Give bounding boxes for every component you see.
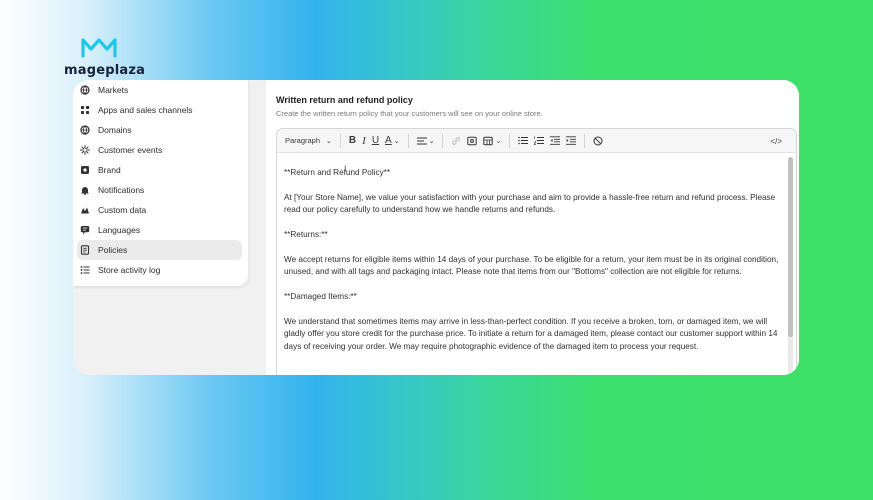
list-icon [80, 265, 90, 275]
chevron-down-icon: ⌄ [428, 137, 435, 145]
outdent-icon [550, 136, 561, 145]
brand-name: mageplaza [64, 63, 146, 78]
align-left-icon [416, 137, 427, 144]
sidebar-item-languages[interactable]: Languages [77, 220, 242, 240]
toolbar-divider [442, 133, 444, 148]
bullet-list-button[interactable] [518, 133, 529, 149]
data-icon [80, 205, 90, 215]
sidebar-item-domains[interactable]: Domains [77, 120, 242, 140]
policy-heading: **Returns:** [284, 230, 328, 239]
sidebar-item-markets[interactable]: Markets [77, 80, 242, 100]
editor-scrollbar-thumb[interactable] [788, 157, 793, 337]
apps-icon [80, 105, 90, 115]
toolbar-divider [339, 133, 341, 148]
table-icon [483, 136, 494, 145]
bold-button[interactable]: B [349, 133, 356, 149]
sidebar-item-notifications[interactable]: Notifications [77, 180, 242, 200]
paragraph-format-select[interactable]: Paragraph ⌄ [285, 133, 332, 149]
sparkle-icon [80, 145, 90, 155]
clear-formatting-button[interactable] [593, 133, 603, 149]
globe-icon [80, 85, 90, 95]
align-button[interactable]: ⌄ [416, 133, 435, 149]
sidebar-item-label: Languages [98, 225, 141, 235]
image-icon [467, 136, 478, 145]
toolbar-divider [584, 133, 586, 148]
chevron-down-icon: ⌄ [326, 137, 332, 145]
chevron-down-icon: ⌄ [393, 137, 400, 145]
editor-toolbar: Paragraph ⌄ B I U A ⌄ ⌄ ⌄ </> [277, 129, 796, 153]
sidebar-item-label: Brand [98, 165, 121, 175]
editor-content[interactable]: I **Return and Refund Policy** At [Your … [277, 153, 796, 353]
insert-image-button[interactable] [467, 133, 478, 149]
outdent-button[interactable] [550, 133, 561, 149]
settings-sidebar: Markets Apps and sales channels Domains … [73, 80, 248, 286]
insert-table-button[interactable]: ⌄ [483, 133, 501, 149]
sidebar-item-label: Custom data [98, 205, 147, 215]
rich-text-editor[interactable]: Paragraph ⌄ B I U A ⌄ ⌄ ⌄ </> I **Return… [276, 128, 797, 375]
policy-editor-section: Written return and refund policy Create … [266, 80, 799, 375]
toolbar-divider [407, 133, 409, 148]
text-color-button[interactable]: A ⌄ [385, 133, 400, 149]
chevron-down-icon: ⌄ [495, 137, 502, 145]
policy-heading: **Return and Refund Policy** [284, 168, 391, 177]
text-color-icon: A [385, 135, 392, 146]
sidebar-item-customer-events[interactable]: Customer events [77, 140, 242, 160]
settings-panel: Markets Apps and sales channels Domains … [73, 80, 799, 375]
sidebar-item-label: Markets [98, 85, 129, 95]
sidebar-item-policies[interactable]: Policies [77, 240, 242, 260]
underline-button[interactable]: U [372, 133, 379, 149]
policy-paragraph: We understand that sometimes items may a… [284, 316, 778, 351]
bullet-list-icon [518, 136, 529, 145]
indent-icon [566, 136, 577, 145]
sidebar-item-apps[interactable]: Apps and sales channels [77, 100, 242, 120]
mageplaza-logo-icon [81, 38, 117, 58]
sidebar-item-store-activity-log[interactable]: Store activity log [77, 260, 242, 280]
sidebar-item-label: Apps and sales channels [98, 105, 193, 115]
italic-button[interactable]: I [362, 133, 366, 149]
indent-button[interactable] [566, 133, 577, 149]
sidebar-item-label: Customer events [98, 145, 163, 155]
sidebar-item-label: Notifications [98, 185, 145, 195]
sidebar-item-brand[interactable]: Brand [77, 160, 242, 180]
section-subtitle: Create the written return policy that yo… [276, 109, 543, 118]
policy-paragraph: At [Your Store Name], we value your sati… [284, 192, 776, 215]
toolbar-divider [509, 133, 511, 148]
text-cursor-icon: I [344, 164, 347, 174]
bell-icon [80, 185, 90, 195]
language-icon [80, 225, 90, 235]
numbered-list-button[interactable] [534, 133, 545, 149]
mageplaza-logo: mageplaza [64, 36, 146, 80]
policies-icon [80, 245, 90, 255]
paragraph-format-label: Paragraph [285, 136, 321, 145]
link-icon [452, 136, 461, 145]
policy-heading: **Damaged Items:** [284, 292, 357, 301]
sidebar-item-label: Policies [98, 245, 128, 255]
html-view-button[interactable]: </> [770, 133, 782, 149]
sidebar-item-label: Store activity log [98, 265, 161, 275]
globe-icon [80, 125, 90, 135]
policy-paragraph: We accept returns for eligible items wit… [284, 254, 779, 277]
clear-formatting-icon [593, 136, 603, 145]
section-title: Written return and refund policy [276, 95, 413, 105]
sidebar-item-custom-data[interactable]: Custom data [77, 200, 242, 220]
link-button[interactable] [451, 133, 461, 149]
numbered-list-icon [534, 136, 545, 145]
brand-icon [80, 165, 90, 175]
sidebar-item-label: Domains [98, 125, 132, 135]
